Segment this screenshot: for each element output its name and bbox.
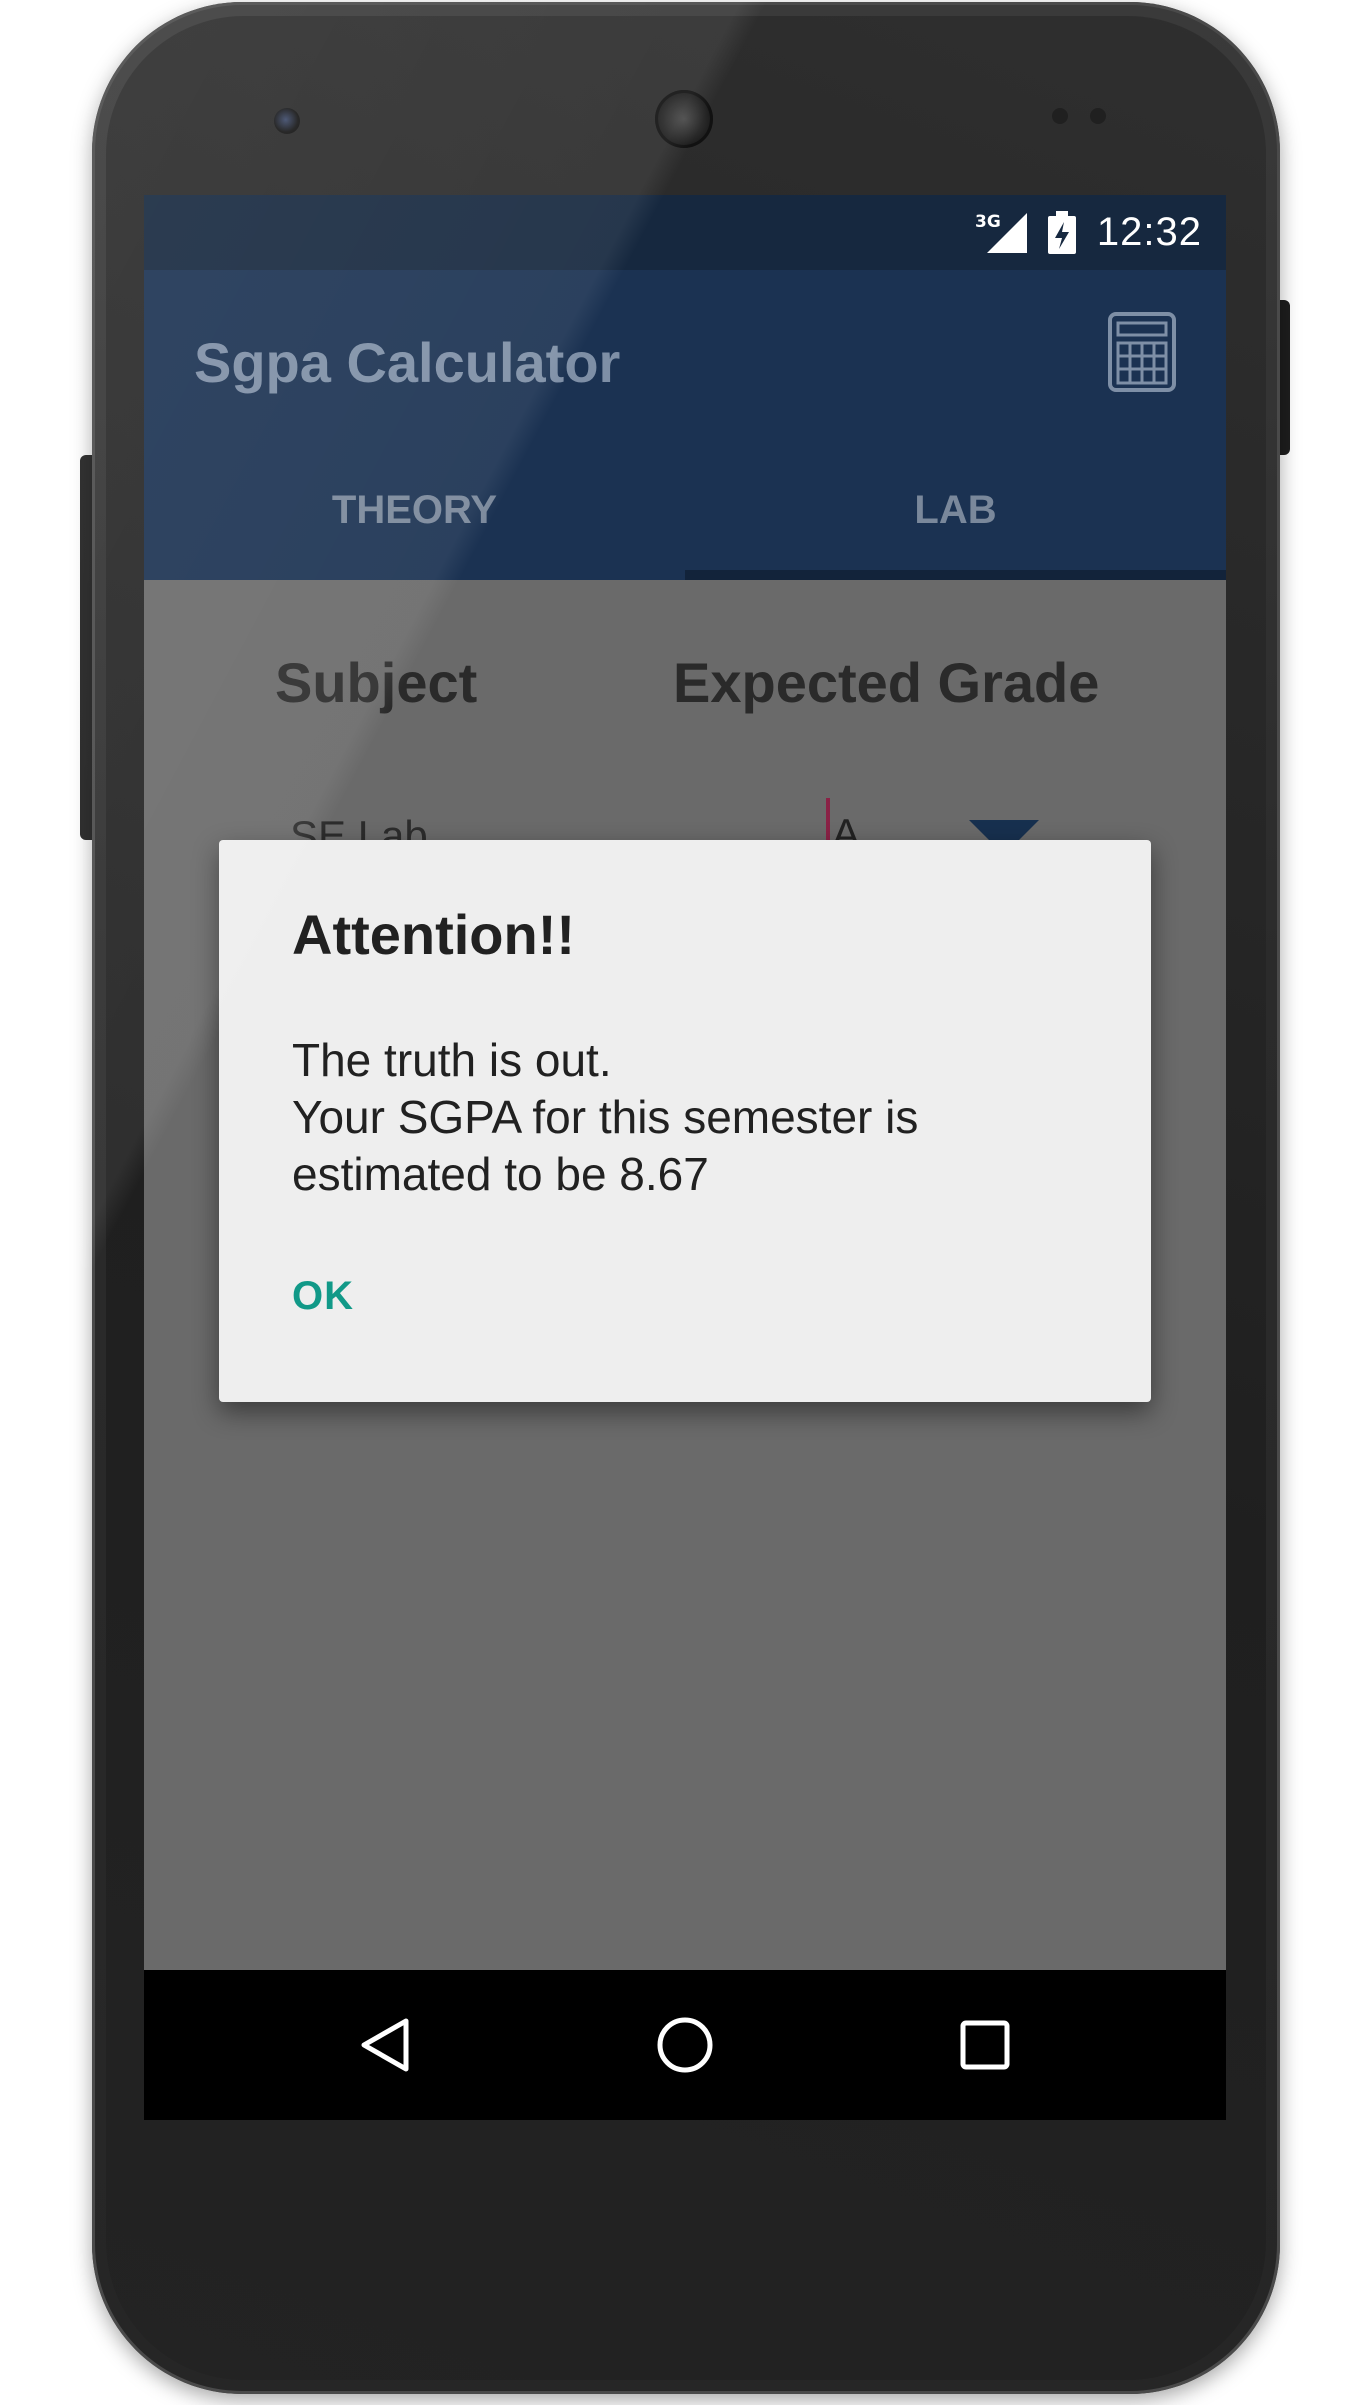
recents-icon[interactable] [950, 2010, 1020, 2080]
ok-button[interactable]: OK [292, 1270, 366, 1323]
home-icon[interactable] [650, 2010, 720, 2080]
tab-label: LAB [914, 487, 997, 532]
network-type-label: 3G [975, 212, 1001, 232]
dialog-title: Attention!! [292, 903, 576, 966]
navigation-bar [144, 1970, 1226, 2120]
column-header-subject: Subject [275, 651, 478, 714]
app-bar: Sgpa Calculator THEORY LAB [144, 270, 1226, 580]
back-icon[interactable] [351, 2010, 421, 2080]
dialog-message: The truth is out. Your SGPA for this sem… [292, 1032, 1092, 1203]
front-camera-icon [274, 108, 300, 134]
earpiece-speaker-icon [655, 90, 713, 148]
screen: 3G 12:32 Sgpa Calculator THEORY LAB Subj… [144, 195, 1226, 2120]
tab-selected-indicator [685, 570, 1226, 580]
alert-dialog: Attention!! The truth is out. Your SGPA … [219, 840, 1151, 1402]
app-title: Sgpa Calculator [194, 331, 621, 394]
tab-theory[interactable]: THEORY [144, 440, 685, 580]
dialog-message-line: estimated to be 8.67 [292, 1148, 709, 1200]
column-header-expected-grade: Expected Grade [673, 651, 1100, 714]
tab-label: THEORY [331, 487, 498, 532]
tab-bar: THEORY LAB [144, 440, 1226, 580]
dialog-message-line: The truth is out. [292, 1034, 612, 1086]
signal-icon: 3G [973, 211, 1027, 255]
dialog-message-line: Your SGPA for this semester is [292, 1091, 919, 1143]
status-time: 12:32 [1096, 210, 1202, 254]
calculator-icon[interactable] [1108, 312, 1176, 392]
tab-lab[interactable]: LAB [685, 440, 1226, 580]
battery-icon [1047, 210, 1077, 255]
status-bar: 3G 12:32 [144, 195, 1226, 270]
light-sensor-icon [1090, 108, 1106, 124]
proximity-sensor-icon [1052, 108, 1068, 124]
